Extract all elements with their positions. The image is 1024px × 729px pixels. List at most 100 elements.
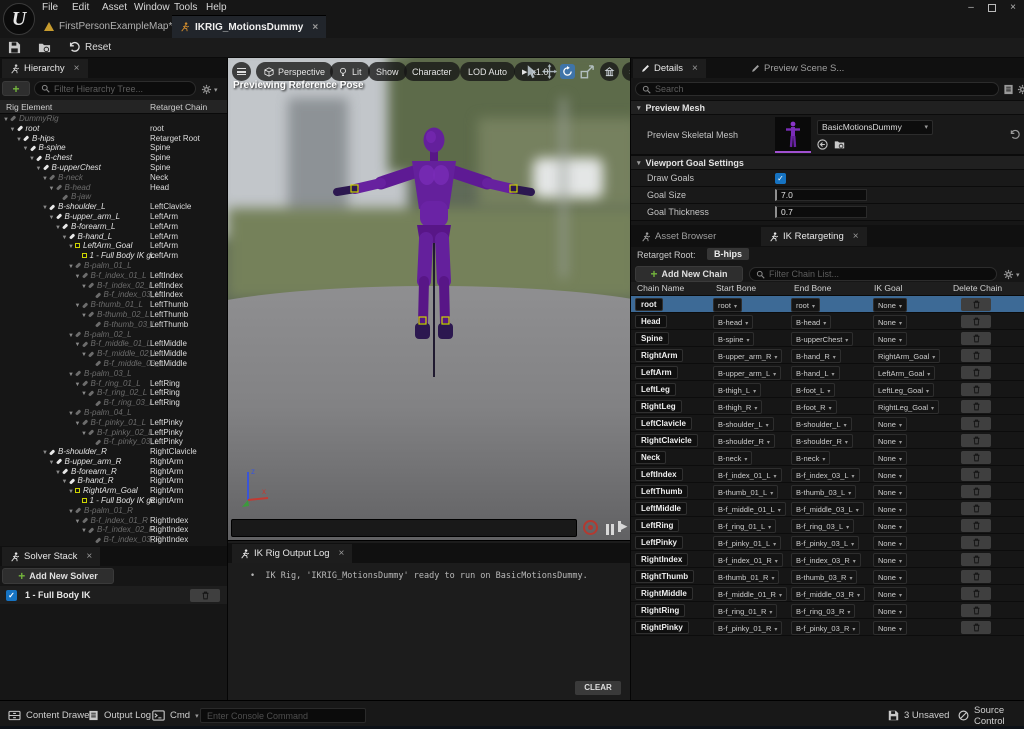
expander-icon[interactable]: ▼ — [81, 431, 88, 437]
expander-icon[interactable]: ▼ — [42, 205, 49, 211]
end-bone-dropdown[interactable]: B-f_ring_03_L▾ — [791, 519, 854, 533]
tree-row[interactable]: ▼B-f_ring_01_LLeftRing — [0, 379, 227, 389]
ik-goal-dropdown[interactable]: None▾ — [873, 298, 907, 312]
delete-solver-button[interactable] — [190, 589, 220, 602]
minimize-button[interactable]: – — [962, 1, 980, 15]
chain-name-field[interactable]: LeftRing — [635, 519, 679, 532]
delete-chain-button[interactable] — [961, 553, 991, 566]
ik-goal-dropdown[interactable]: None▾ — [873, 621, 907, 635]
tree-row[interactable]: ▼B-thumb_01_LLeftThumb — [0, 300, 227, 310]
end-bone-dropdown[interactable]: B-f_middle_03_L▾ — [791, 502, 864, 516]
show-button[interactable]: Show — [368, 62, 407, 81]
chain-name-field[interactable]: RightMiddle — [635, 587, 693, 600]
reset-button[interactable]: Reset — [68, 41, 111, 53]
maximize-button[interactable] — [988, 4, 996, 12]
ik-goal-dropdown[interactable]: None▾ — [873, 502, 907, 516]
delete-chain-button[interactable] — [961, 451, 991, 464]
chain-name-field[interactable]: RightIndex — [635, 553, 688, 566]
ik-goal-dropdown[interactable]: None▾ — [873, 536, 907, 550]
chain-name-field[interactable]: LeftMiddle — [635, 502, 687, 515]
expander-icon[interactable]: ▼ — [3, 117, 10, 123]
chain-name-field[interactable]: RightLeg — [635, 400, 682, 413]
rotate-tool-icon[interactable] — [560, 64, 575, 79]
start-bone-dropdown[interactable]: B-shoulder_L▾ — [713, 417, 774, 431]
tree-row[interactable]: ▼B-hand_LLeftArm — [0, 232, 227, 242]
delete-chain-button[interactable] — [961, 519, 991, 532]
expander-icon[interactable]: ▼ — [62, 235, 69, 241]
chain-filter-input[interactable] — [769, 269, 990, 279]
chain-row[interactable]: LeftMiddleB-f_middle_01_L▾B-f_middle_03_… — [631, 500, 1024, 517]
close-panel-icon[interactable]: × — [339, 548, 345, 559]
end-bone-dropdown[interactable]: B-f_index_03_L▾ — [791, 468, 860, 482]
expander-icon[interactable]: ▼ — [81, 391, 88, 397]
tab-hierarchy[interactable]: Hierarchy × — [2, 59, 88, 78]
tree-row[interactable]: B-thumb_03_LLeftThumb — [0, 320, 227, 330]
tree-row[interactable]: B-f_middle_03_LLeftMiddle — [0, 359, 227, 369]
ik-goal-dropdown[interactable]: None▾ — [873, 315, 907, 329]
clear-log-button[interactable]: CLEAR — [575, 681, 621, 695]
3d-viewport[interactable]: Perspective Lit Show Character LOD Auto … — [228, 58, 630, 540]
section-preview-mesh[interactable]: ▾Preview Mesh — [631, 100, 1024, 115]
display-filter-icon[interactable] — [1003, 84, 1014, 95]
tree-row[interactable]: 1 - Full Body IK gcLeftArm — [0, 251, 227, 261]
chain-row[interactable]: LeftPinkyB-f_pinky_01_L▾B-f_pinky_03_L▾N… — [631, 534, 1024, 551]
delete-chain-button[interactable] — [961, 536, 991, 549]
delete-chain-button[interactable] — [961, 332, 991, 345]
delete-chain-button[interactable] — [961, 570, 991, 583]
ik-goal-dropdown[interactable]: None▾ — [873, 332, 907, 346]
start-bone-dropdown[interactable]: B-spine▾ — [713, 332, 754, 346]
chain-row[interactable]: LeftClavicleB-shoulder_L▾B-shoulder_L▾No… — [631, 415, 1024, 432]
solver-enabled-checkbox[interactable]: ✓ — [6, 590, 17, 601]
ik-goal-dropdown[interactable]: LeftLeg_Goal▾ — [873, 383, 934, 397]
start-bone-dropdown[interactable]: B-f_pinky_01_L▾ — [713, 536, 781, 550]
chain-row[interactable]: NeckB-neck▾B-neck▾None▾ — [631, 449, 1024, 466]
ik-goal-dropdown[interactable]: RightArm_Goal▾ — [873, 349, 940, 363]
record-button[interactable] — [583, 520, 598, 535]
mesh-thumbnail[interactable] — [775, 117, 811, 153]
ik-goal-dropdown[interactable]: RightLeg_Goal▾ — [873, 400, 939, 414]
ik-goal-dropdown[interactable]: None▾ — [873, 604, 907, 618]
unreal-logo[interactable]: U — [3, 3, 35, 35]
tree-row[interactable]: B-f_index_03_LLeftIndex — [0, 290, 227, 300]
ik-goal-dropdown[interactable]: None▾ — [873, 417, 907, 431]
close-panel-icon[interactable]: × — [853, 231, 859, 242]
chain-row[interactable]: RightThumbB-thumb_01_R▾B-thumb_03_R▾None… — [631, 568, 1024, 585]
end-bone-dropdown[interactable]: B-foot_R▾ — [791, 400, 837, 414]
end-bone-dropdown[interactable]: B-foot_L▾ — [791, 383, 835, 397]
ik-goal-dropdown[interactable]: None▾ — [873, 519, 907, 533]
expander-icon[interactable]: ▼ — [10, 127, 17, 133]
hierarchy-column-headers[interactable]: Rig Element Retarget Chain — [0, 100, 227, 114]
scale-tool-icon[interactable] — [580, 64, 595, 79]
add-rig-element-button[interactable]: + — [2, 81, 30, 96]
chain-row[interactable]: RightRingB-f_ring_01_R▾B-f_ring_03_R▾Non… — [631, 602, 1024, 619]
snap-settings-button[interactable] — [600, 62, 619, 81]
chain-row[interactable]: LeftRingB-f_ring_01_L▾B-f_ring_03_L▾None… — [631, 517, 1024, 534]
draw-goals-checkbox[interactable]: ✓ — [775, 173, 786, 184]
ik-goal-dropdown[interactable]: None▾ — [873, 570, 907, 584]
delete-chain-button[interactable] — [961, 434, 991, 447]
start-bone-dropdown[interactable]: B-f_index_01_R▾ — [713, 553, 783, 567]
tab-ik-retargeting[interactable]: IK Retargeting × — [761, 227, 867, 246]
tree-row[interactable]: ▼B-neckNeck — [0, 173, 227, 183]
ik-goal-dropdown[interactable]: None▾ — [873, 468, 907, 482]
ik-goal-dropdown[interactable]: LeftArm_Goal▾ — [873, 366, 935, 380]
expander-icon[interactable]: ▼ — [62, 479, 69, 485]
chain-row[interactable]: RightArmB-upper_arm_R▾B-hand_R▾RightArm_… — [631, 347, 1024, 364]
expander-icon[interactable]: ▼ — [49, 186, 56, 192]
start-bone-dropdown[interactable]: B-f_ring_01_R▾ — [713, 604, 777, 618]
expander-icon[interactable]: ▼ — [75, 519, 82, 525]
tree-row[interactable]: ▼B-f_ring_02_LLeftRing — [0, 388, 227, 398]
expander-icon[interactable]: ▼ — [68, 244, 75, 250]
ik-goal-dropdown[interactable]: None▾ — [873, 434, 907, 448]
expander-icon[interactable]: ▼ — [75, 303, 82, 309]
ik-goal-dropdown[interactable]: None▾ — [873, 485, 907, 499]
chain-filter[interactable] — [749, 267, 997, 281]
expander-icon[interactable]: ▼ — [23, 146, 30, 152]
chain-row[interactable]: LeftThumbB-thumb_01_L▾B-thumb_03_L▾None▾ — [631, 483, 1024, 500]
add-new-chain-button[interactable]: +Add New Chain — [635, 266, 743, 282]
delete-chain-button[interactable] — [961, 621, 991, 634]
menu-tools[interactable]: Tools — [168, 0, 203, 15]
tree-row[interactable]: ▼B-palm_04_L — [0, 408, 227, 418]
close-panel-icon[interactable]: × — [74, 63, 80, 74]
chain-name-field[interactable]: RightClavicle — [635, 434, 698, 447]
